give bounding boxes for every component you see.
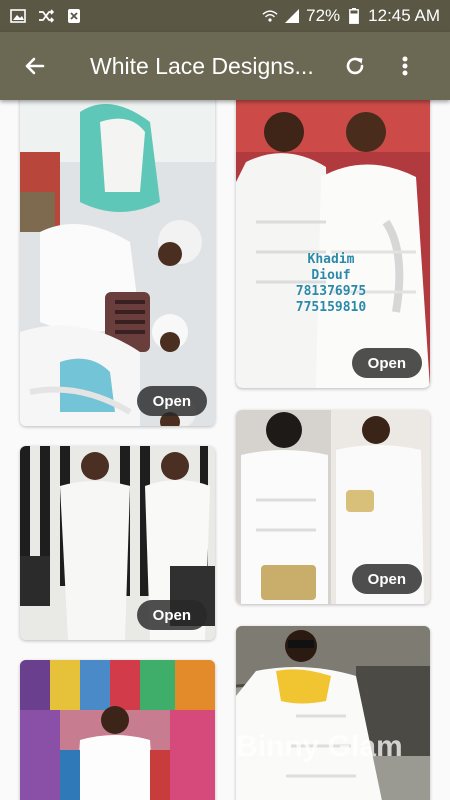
refresh-button[interactable] [330, 32, 380, 100]
contact-overlay: Khadim Diouf 781376975 775159810 [276, 252, 386, 316]
watermark: Binny Glam [236, 730, 403, 763]
open-button[interactable]: Open [136, 600, 207, 630]
clock: 12:45 AM [368, 6, 440, 25]
image-card[interactable]: Open [20, 92, 215, 426]
lace-dress-photo [20, 92, 215, 426]
image-card[interactable]: Khadim Diouf 781376975 775159810 Open [236, 92, 430, 388]
open-button[interactable]: Open [136, 386, 207, 416]
close-box-icon [66, 8, 82, 24]
overlay-line: 775159810 [295, 300, 367, 315]
signal-icon [284, 8, 300, 24]
image-icon [10, 8, 26, 24]
open-button[interactable]: Open [351, 564, 422, 594]
overlay-line: Diouf [311, 268, 351, 283]
battery-percent: 72% [306, 6, 341, 25]
image-card[interactable]: Open [236, 410, 430, 604]
more-vert-icon [402, 56, 408, 76]
arrow-left-icon [25, 57, 45, 75]
status-bar: 72% 12:45 AM [0, 0, 450, 32]
refresh-icon [346, 57, 364, 75]
image-card[interactable] [20, 660, 215, 800]
lace-dress-photo [236, 92, 430, 388]
lace-dress-photo [236, 626, 430, 800]
back-button[interactable] [0, 32, 70, 100]
page-title: White Lace Designs... [90, 52, 314, 79]
more-options-button[interactable] [380, 32, 430, 100]
fabric-shop-photo [20, 660, 215, 800]
open-button[interactable]: Open [351, 348, 422, 378]
image-card[interactable]: Open [20, 446, 215, 640]
overlay-line: Khadim [307, 252, 355, 267]
wifi-icon [262, 8, 278, 24]
app-bar: White Lace Designs... [0, 32, 450, 100]
image-card[interactable]: Binny Glam [236, 626, 430, 800]
app-screen: 72% 12:45 AM White Lace Designs... Open … [0, 0, 450, 800]
overlay-line: 781376975 [295, 284, 367, 299]
battery-icon [346, 8, 362, 24]
shuffle-icon [38, 8, 54, 24]
